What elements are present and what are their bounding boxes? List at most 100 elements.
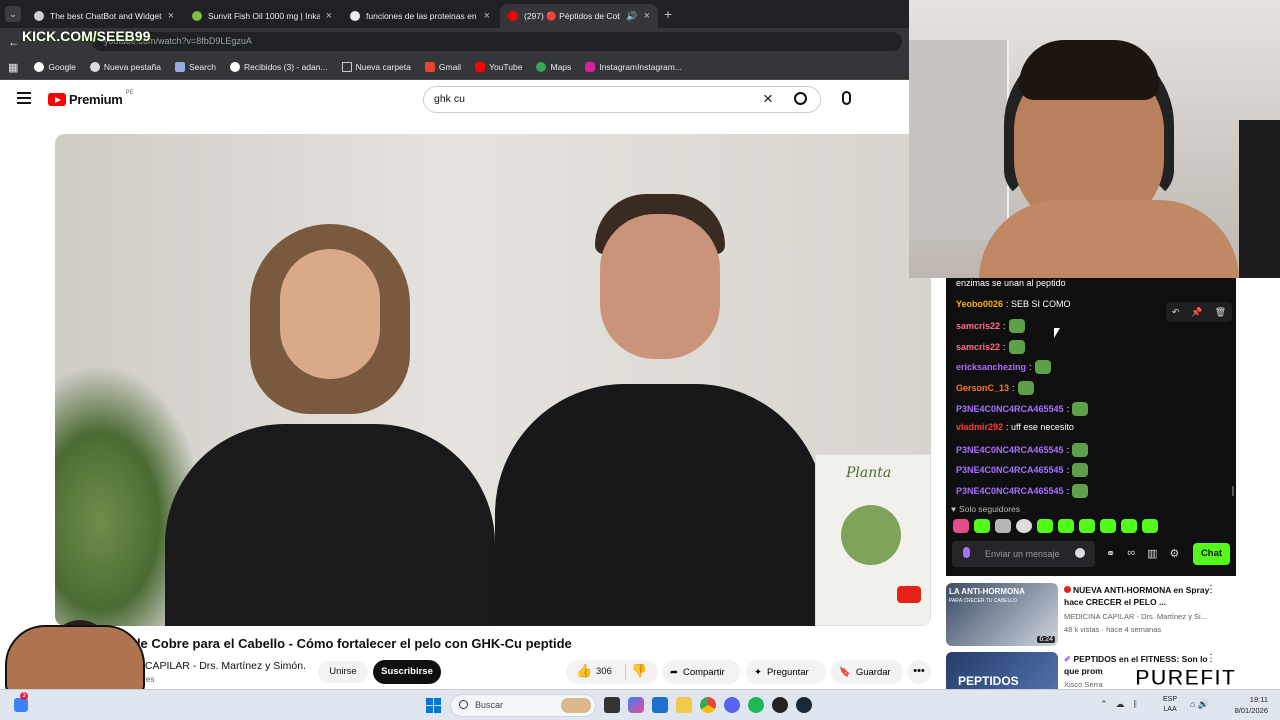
more-vert-icon[interactable]: ⋮ [1206,653,1216,664]
browser-tab[interactable]: funciones de las proteinas en el × [342,4,498,28]
chrome-icon[interactable] [700,697,716,713]
widgets-icon[interactable] [14,698,28,712]
cloud-icon[interactable]: ☁ [1116,699,1125,710]
chat-message[interactable]: Yeobo0026: SEB SI COMO [956,299,1071,309]
back-arrow-icon[interactable]: ← [8,35,20,49]
chat-username[interactable]: P3NE4C0NC4RCA465545 [956,445,1064,455]
video-thumbnail[interactable]: LA ANTI-HORMONA PARA CRECER TU CABELLO 6… [946,583,1058,646]
ask-button[interactable]: ✦ Preguntar [746,660,826,684]
file-explorer-icon[interactable] [676,697,692,713]
bookmark-item[interactable]: InstagramInstagram... [585,62,682,72]
video-thumbnail[interactable]: PEPTIDOS [946,652,1058,689]
close-tab-icon[interactable]: × [644,10,650,22]
start-windows-icon[interactable] [426,698,441,713]
chat-message[interactable]: P3NE4C0NC4RCA465545: [956,463,1089,478]
more-options-icon[interactable]: ••• [907,660,931,684]
speaker-icon[interactable]: 🔊 [626,11,637,22]
chat-message[interactable]: vladmir292: uff ese necesito [956,422,1074,432]
bookmark-item[interactable]: Gmail [424,62,461,72]
chat-message[interactable]: ericksanchezing: [956,360,1051,375]
emote-icon[interactable] [953,519,969,533]
close-tab-icon[interactable]: × [326,10,332,22]
settings-gear-icon[interactable]: ⚙ [1169,547,1179,560]
search-icon[interactable] [794,92,807,105]
hamburger-menu-icon[interactable] [17,92,31,104]
chat-username[interactable]: vladmir292 [956,422,1003,432]
close-tab-icon[interactable]: × [484,10,490,22]
bookmark-item[interactable]: Maps [536,62,571,72]
discord-icon[interactable] [724,697,740,713]
chat-send-button[interactable]: Chat [1193,543,1230,565]
chat-message[interactable]: samcris22: [956,319,1025,334]
chat-username[interactable]: P3NE4C0NC4RCA465545 [956,486,1064,496]
chat-username[interactable]: P3NE4C0NC4RCA465545 [956,404,1064,414]
emote-icon[interactable] [974,519,990,533]
spotify-icon[interactable] [748,697,764,713]
url-field[interactable]: youtube.com/watch?v=8fbD9LEgzuA [92,32,902,51]
share-button[interactable]: ➦ Compartir [662,660,740,684]
emote-icon[interactable] [1058,519,1074,533]
new-tab-button[interactable]: + [664,6,672,22]
recommendation-item[interactable]: LA ANTI-HORMONA PARA CRECER TU CABELLO 6… [946,583,1236,649]
chat-username[interactable]: ericksanchezing [956,362,1026,372]
emote-icon[interactable] [1079,519,1095,533]
delete-icon[interactable]: 🗑 [1215,307,1226,318]
emote-icon[interactable] [1121,519,1137,533]
pin-icon[interactable]: 📌 [1191,307,1202,318]
like-icon[interactable]: 👍 [576,663,592,679]
clear-search-icon[interactable]: × [763,89,773,109]
save-button[interactable]: 🔖 Guardar [831,660,903,684]
chat-message[interactable]: samcris22: [956,339,1025,354]
dislike-icon[interactable]: 👎 [631,663,647,679]
chat-username[interactable]: samcris22 [956,321,1000,331]
chat-message[interactable]: enzimas se unan al peptido [956,278,1066,288]
search-input[interactable]: ghk cu [434,93,465,105]
store-icon[interactable]: ▥ [1147,547,1157,560]
bookmark-item[interactable]: YouTube [475,62,522,72]
more-vert-icon[interactable]: ⋮ [1206,584,1216,595]
subscribe-watermark-icon[interactable] [897,586,921,603]
emote-icon[interactable] [1100,519,1116,533]
apps-grid-icon[interactable]: ▦ [8,61,18,74]
chat-username[interactable]: Yeobo0026 [956,299,1003,309]
store-icon[interactable] [652,697,668,713]
bookmark-item[interactable]: Search [175,62,216,72]
search-box[interactable]: ghk cu × [423,86,821,113]
chat-message[interactable]: P3NE4C0NC4RCA465545: [956,484,1089,498]
bookmark-item[interactable]: Nueva pestaña [89,62,161,72]
emote-icon[interactable] [995,519,1011,533]
subscribe-button[interactable]: Suscribirse [373,660,441,684]
emote-icon[interactable] [1142,519,1158,533]
youtube-logo[interactable]: Premium PE [48,90,134,107]
chat-input[interactable]: Enviar un mensaje [952,541,1095,567]
clock[interactable]: 19:11 8/01/2026 [1226,694,1268,716]
browser-tab-active[interactable]: (297) 🔴 Péptidos de Cobre 🔊 × [500,4,658,28]
microphone-icon[interactable] [963,547,970,558]
chat-message[interactable]: P3NE4C0NC4RCA465545: [956,442,1089,457]
chat-message[interactable]: P3NE4C0NC4RCA465545: [956,401,1089,416]
reply-icon[interactable]: ↶ [1172,307,1180,318]
chat-username[interactable]: P3NE4C0NC4RCA465545 [956,465,1064,475]
browser-tab[interactable]: Sunvit Fish Oil 1000 mg | Inkafa × [184,4,340,28]
chat-scrollbar[interactable] [1232,486,1234,496]
bookmark-item[interactable]: Nueva carpeta [341,62,411,72]
bluetooth-icon[interactable]: ᛒ [1133,699,1138,710]
chat-username[interactable]: samcris22 [956,342,1000,352]
video-player[interactable]: Planta [55,134,931,626]
browser-tab[interactable]: The best ChatBot and Widgets × [26,4,182,28]
join-button[interactable]: Unirse [318,661,368,683]
emoji-icon[interactable] [1075,548,1085,558]
emote-icon[interactable] [1016,519,1032,533]
close-tab-icon[interactable]: × [168,10,174,22]
obs-icon[interactable] [772,697,788,713]
points-icon[interactable]: ⚭ [1106,547,1115,560]
voice-search-icon[interactable] [842,91,851,105]
chevron-up-icon[interactable]: ⌃ [1100,699,1108,710]
chat-username[interactable]: GersonC_13 [956,383,1009,393]
bookmark-item[interactable]: Recibidos (3) - adan... [229,62,328,72]
taskbar-search[interactable]: Buscar [450,694,596,717]
emote-icon[interactable] [1037,519,1053,533]
steam-icon[interactable] [796,697,812,713]
taskview-icon[interactable] [604,697,620,713]
chat-message[interactable]: GersonC_13: [956,381,1034,395]
